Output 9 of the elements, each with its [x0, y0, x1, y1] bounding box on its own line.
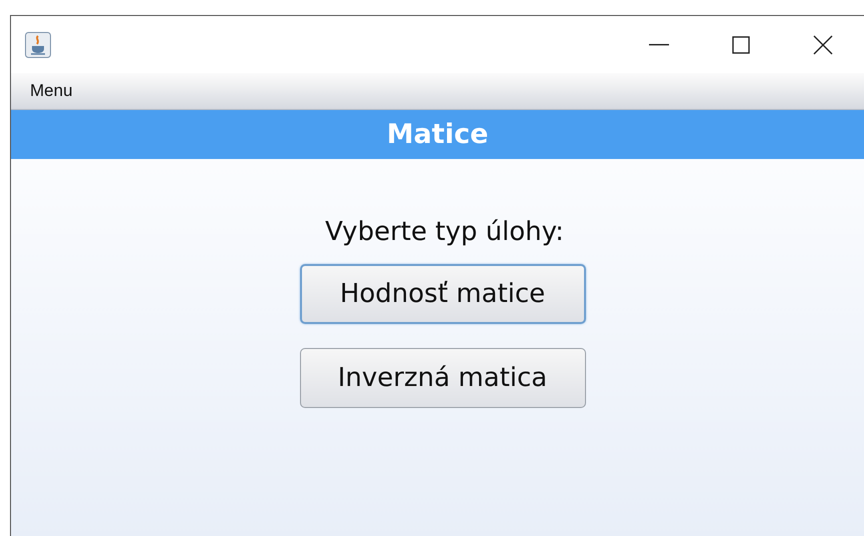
task-button[interactable]: Hodnosť matice [300, 264, 586, 324]
close-icon [813, 34, 833, 54]
task-button[interactable]: Inverzná matica [300, 348, 586, 408]
header-title: Matice [386, 119, 488, 150]
prompt-label: Vyberte typ úlohy: [325, 217, 564, 247]
maximize-icon [732, 36, 750, 54]
cup-icon [25, 32, 51, 58]
menu-item[interactable]: Menu [11, 81, 81, 101]
minimize-icon [649, 44, 669, 46]
